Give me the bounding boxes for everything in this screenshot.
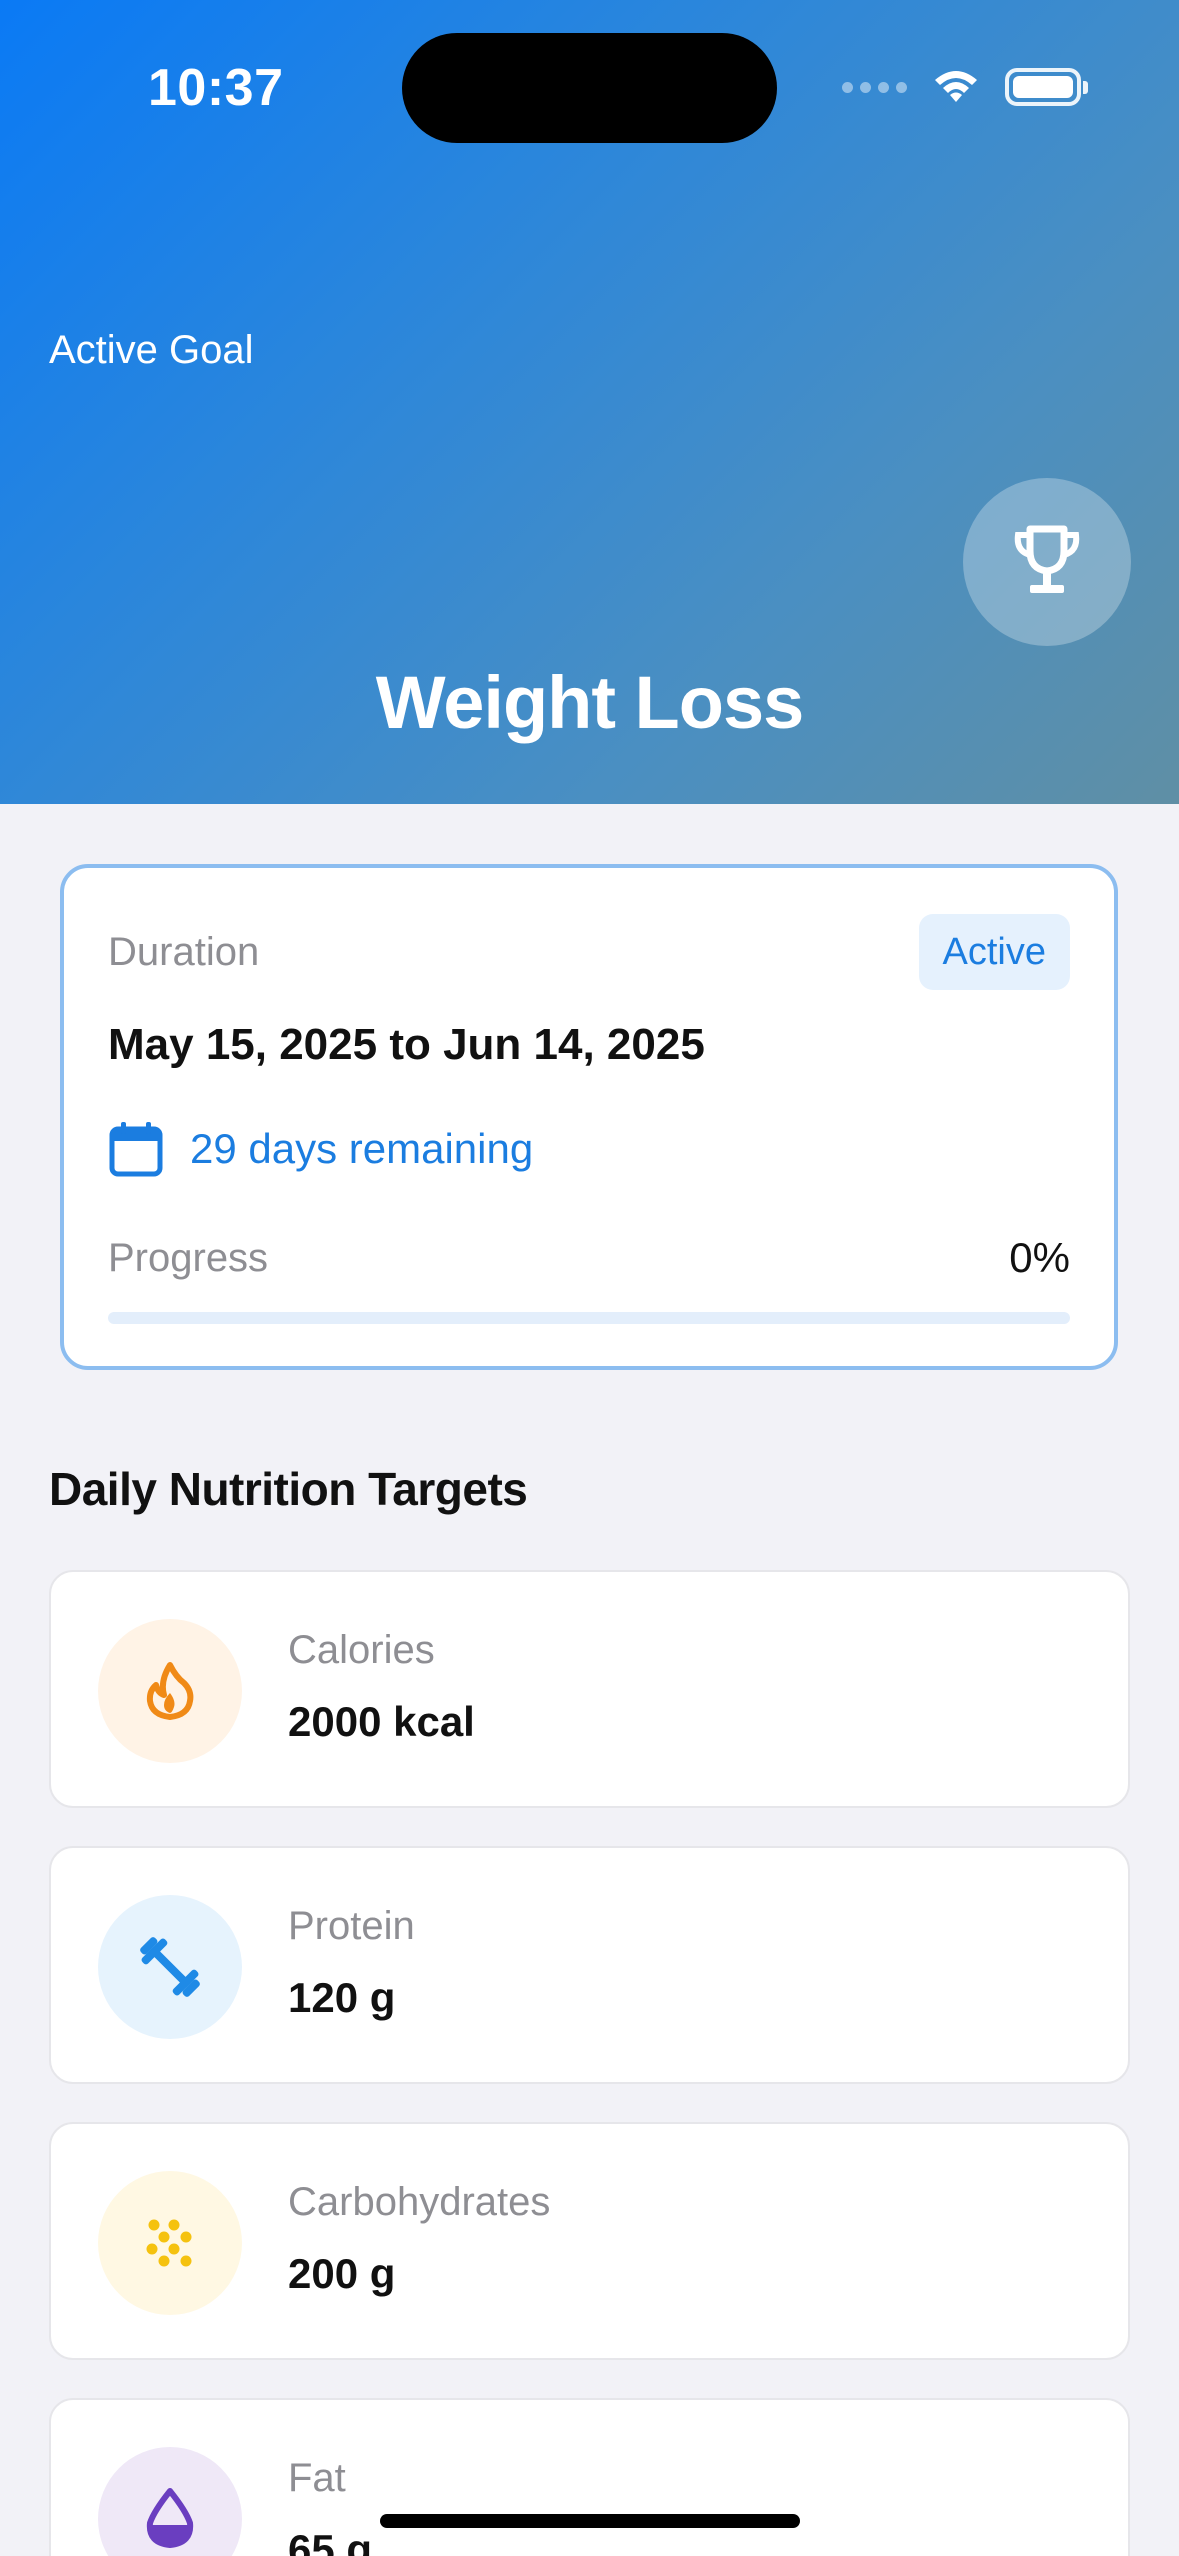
- cellular-signal-icon: [842, 81, 907, 93]
- nutrition-value: 120 g: [288, 1974, 396, 2021]
- nutrition-value: 65 g: [288, 2526, 373, 2556]
- battery-icon: [1005, 68, 1088, 106]
- duration-label: Duration: [108, 930, 260, 974]
- screen: 10:37 Active Goal Weight Loss Duration A…: [0, 0, 1179, 2556]
- dumbbell-icon: [140, 1937, 200, 1997]
- goal-header: 10:37 Active Goal Weight Loss: [0, 0, 1179, 804]
- calories-icon-circle: [98, 1619, 242, 1763]
- nutrition-label: Calories: [288, 1628, 435, 1672]
- grain-icon: [146, 2219, 192, 2267]
- status-time: 10:37: [148, 59, 284, 117]
- flame-icon: [146, 1662, 194, 1720]
- nutrition-label: Carbohydrates: [288, 2180, 551, 2224]
- trophy-badge: [963, 478, 1131, 646]
- progress-bar: [108, 1312, 1070, 1324]
- status-icons: [842, 68, 1088, 106]
- trophy-icon: [1014, 525, 1080, 593]
- home-indicator[interactable]: [380, 2514, 800, 2528]
- goal-title: Weight Loss: [375, 661, 805, 744]
- progress-label: Progress: [108, 1236, 269, 1280]
- nutrition-card-fat[interactable]: Fat 65 g: [49, 2398, 1130, 2556]
- wifi-icon: [935, 71, 977, 102]
- active-goal-label: Active Goal: [49, 328, 254, 372]
- nutrition-value: 200 g: [288, 2250, 396, 2297]
- date-range: May 15, 2025 to Jun 14, 2025: [108, 1020, 705, 1069]
- progress-value: 0%: [1009, 1234, 1070, 1281]
- duration-card: Duration Active May 15, 2025 to Jun 14, …: [60, 864, 1118, 1370]
- calendar-icon: [109, 1122, 163, 1177]
- carbohydrates-icon-circle: [98, 2171, 242, 2315]
- nutrition-label: Protein: [288, 1904, 415, 1948]
- nutrition-card-calories[interactable]: Calories 2000 kcal: [49, 1570, 1130, 1808]
- nutrition-label: Fat: [288, 2456, 346, 2500]
- days-remaining-row: 29 days remaining: [108, 1120, 533, 1178]
- fat-icon-circle: [98, 2447, 242, 2556]
- status-badge: Active: [918, 914, 1070, 990]
- nutrition-card-protein[interactable]: Protein 120 g: [49, 1846, 1130, 2084]
- protein-icon-circle: [98, 1895, 242, 2039]
- nutrition-card-carbohydrates[interactable]: Carbohydrates 200 g: [49, 2122, 1130, 2360]
- drop-icon: [146, 2488, 194, 2548]
- nutrition-value: 2000 kcal: [288, 1698, 475, 1745]
- dynamic-island: [402, 33, 777, 143]
- section-title: Daily Nutrition Targets: [49, 1463, 528, 1515]
- days-remaining: 29 days remaining: [190, 1125, 534, 1172]
